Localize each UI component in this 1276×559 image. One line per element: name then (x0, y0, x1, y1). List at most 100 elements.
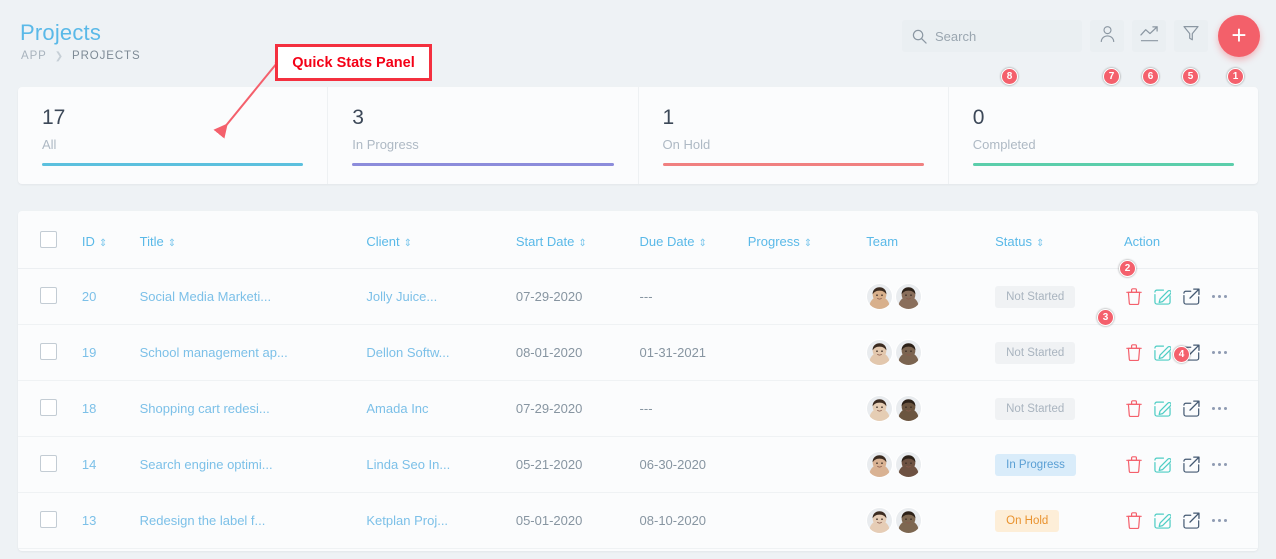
sort-icon[interactable]: ⇕ (578, 238, 586, 249)
more-options-icon[interactable] (1212, 351, 1228, 355)
client-link[interactable]: Jolly Juice... (366, 289, 437, 304)
more-options-icon[interactable] (1212, 519, 1228, 523)
table-row[interactable]: 19 School management ap... Dellon Softw...… (18, 325, 1258, 381)
cell-status: In Progress (995, 549, 1124, 552)
project-id-link[interactable]: 20 (82, 289, 96, 304)
breadcrumb-separator-icon: ❯ (55, 51, 64, 62)
project-id-link[interactable]: 19 (82, 345, 96, 360)
annotation-badge-1: 1 (1227, 68, 1244, 85)
project-title-link[interactable]: School management ap... (140, 345, 288, 360)
cell-start-date: 05-21-2020 (516, 437, 640, 493)
avatar[interactable] (895, 507, 922, 534)
table-row[interactable]: 12Mobile app that lets...Jolly Juice...0… (18, 549, 1258, 552)
project-title-link[interactable]: Search engine optimi... (140, 457, 273, 472)
project-id-link[interactable]: 13 (82, 513, 96, 528)
more-options-icon[interactable] (1212, 463, 1228, 467)
row-checkbox[interactable] (40, 455, 57, 472)
edit-icon[interactable] (1154, 344, 1171, 361)
delete-icon[interactable] (1126, 456, 1142, 473)
filter-icon-button[interactable] (1174, 20, 1208, 52)
cell-team (866, 269, 995, 325)
open-external-icon[interactable] (1183, 512, 1200, 529)
project-title-link[interactable]: Redesign the label f... (140, 513, 266, 528)
stat-card-completed[interactable]: 0 Completed (949, 87, 1258, 184)
row-checkbox[interactable] (40, 399, 57, 416)
more-options-icon[interactable] (1212, 407, 1228, 411)
avatar[interactable] (866, 339, 893, 366)
avatar[interactable] (866, 507, 893, 534)
team-avatars (866, 283, 995, 310)
column-header-id[interactable]: ID⇕ (82, 211, 140, 269)
row-checkbox[interactable] (40, 343, 57, 360)
delete-icon[interactable] (1126, 512, 1142, 529)
cell-progress (748, 549, 867, 552)
cell-due-date: --- (640, 381, 748, 437)
person-icon-button[interactable] (1090, 20, 1124, 52)
stat-bar (352, 163, 613, 166)
table-row[interactable]: 20 Social Media Marketi... Jolly Juice... 0… (18, 269, 1258, 325)
project-id-link[interactable]: 14 (82, 457, 96, 472)
column-label: Due Date (640, 234, 695, 249)
delete-icon[interactable] (1126, 288, 1142, 305)
edit-icon[interactable] (1154, 456, 1171, 473)
client-link[interactable]: Ketplan Proj... (366, 513, 448, 528)
row-checkbox[interactable] (40, 511, 57, 528)
table-row[interactable]: 14 Search engine optimi... Linda Seo In...… (18, 437, 1258, 493)
cell-action (1124, 493, 1258, 549)
stat-card-on-hold[interactable]: 1 On Hold (639, 87, 949, 184)
avatar[interactable] (866, 395, 893, 422)
search-box[interactable] (902, 20, 1082, 52)
table-row[interactable]: 13 Redesign the label f... Ketplan Proj...… (18, 493, 1258, 549)
open-external-icon[interactable] (1183, 456, 1200, 473)
cell-id: 12 (82, 549, 140, 552)
open-external-icon[interactable] (1183, 288, 1200, 305)
edit-icon[interactable] (1154, 512, 1171, 529)
cell-start-date: 07-29-2020 (516, 269, 640, 325)
trending-chart-icon (1140, 25, 1159, 48)
column-header-start-date[interactable]: Start Date⇕ (516, 211, 640, 269)
column-header-status[interactable]: Status⇕ (995, 211, 1124, 269)
breadcrumb-item-projects[interactable]: PROJECTS (72, 50, 141, 62)
add-project-button[interactable]: + (1218, 15, 1260, 57)
stat-card-in-progress[interactable]: 3 In Progress (328, 87, 638, 184)
avatar[interactable] (895, 395, 922, 422)
sort-icon[interactable]: ⇕ (404, 238, 412, 249)
delete-icon[interactable] (1126, 344, 1142, 361)
search-input[interactable] (935, 29, 1070, 44)
open-external-icon[interactable] (1183, 400, 1200, 417)
table-row[interactable]: 18Shopping cart redesi...Amada Inc07-29-… (18, 381, 1258, 437)
avatar[interactable] (895, 451, 922, 478)
cell-team (866, 493, 995, 549)
client-link[interactable]: Dellon Softw... (366, 345, 449, 360)
sort-icon[interactable]: ⇕ (804, 238, 812, 249)
breadcrumb-item-app[interactable]: APP (21, 50, 47, 62)
select-all-checkbox[interactable] (40, 231, 57, 248)
column-select-all (18, 211, 82, 269)
cell-client: Dellon Softw... (366, 325, 515, 381)
project-id-link[interactable]: 18 (82, 401, 96, 416)
edit-icon[interactable] (1154, 288, 1171, 305)
trending-chart-icon-button[interactable] (1132, 20, 1166, 52)
avatar[interactable] (895, 339, 922, 366)
edit-icon[interactable] (1154, 400, 1171, 417)
sort-icon[interactable]: ⇕ (168, 238, 176, 249)
sort-icon[interactable]: ⇕ (1036, 238, 1044, 249)
filter-icon (1183, 25, 1199, 47)
column-header-client[interactable]: Client⇕ (366, 211, 515, 269)
column-header-title[interactable]: Title⇕ (140, 211, 367, 269)
column-header-due-date[interactable]: Due Date⇕ (640, 211, 748, 269)
project-title-link[interactable]: Social Media Marketi... (140, 289, 272, 304)
client-link[interactable]: Linda Seo In... (366, 457, 450, 472)
avatar[interactable] (895, 283, 922, 310)
column-header-progress[interactable]: Progress⇕ (748, 211, 867, 269)
client-link[interactable]: Amada Inc (366, 401, 428, 416)
row-checkbox[interactable] (40, 287, 57, 304)
callout-label: Quick Stats Panel (292, 55, 415, 71)
sort-icon[interactable]: ⇕ (99, 238, 107, 249)
sort-icon[interactable]: ⇕ (698, 238, 706, 249)
avatar[interactable] (866, 451, 893, 478)
project-title-link[interactable]: Shopping cart redesi... (140, 401, 270, 416)
avatar[interactable] (866, 283, 893, 310)
delete-icon[interactable] (1126, 400, 1142, 417)
more-options-icon[interactable] (1212, 295, 1228, 299)
